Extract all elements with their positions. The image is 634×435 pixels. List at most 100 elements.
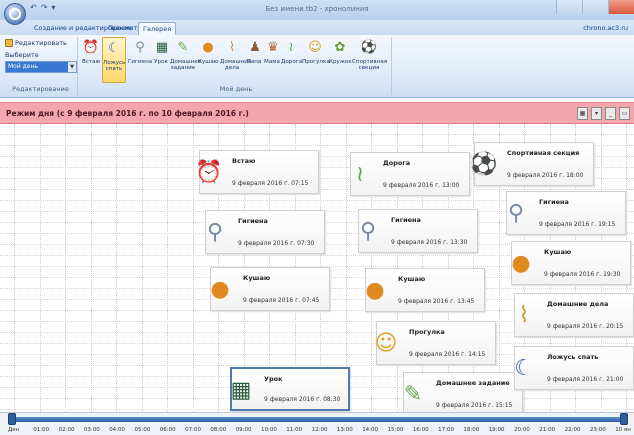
maximize-panel-icon[interactable]: ▭ xyxy=(619,107,630,120)
event-title: Встаю xyxy=(232,157,256,165)
homework-icon: ✎ xyxy=(177,39,189,55)
food-icon: ● xyxy=(365,277,385,303)
event-title: Кушаю xyxy=(398,275,426,283)
edit-button[interactable]: Редактировать xyxy=(5,39,67,47)
timeline-tick-label: 02:00 xyxy=(58,427,75,433)
ribbon-item-label: Домашнее задание xyxy=(170,59,202,72)
ribbon-item-wake[interactable]: ⏰ Встаю xyxy=(82,37,100,83)
tab-gallery[interactable]: Галерея xyxy=(138,22,177,36)
timeline-tick-label: 11:00 xyxy=(286,427,303,433)
event-card[interactable]: ● Кушаю 9 февраля 2016 г. 07:45 xyxy=(210,267,330,311)
ribbon-item-walk[interactable]: ☺ Прогулка xyxy=(302,37,330,83)
walk-icon: ☺ xyxy=(374,330,398,356)
ribbon-item-dad[interactable]: ♟ Папа xyxy=(246,37,262,83)
collection-value: Мой день xyxy=(8,63,38,70)
event-date: 9 февраля 2016 г. 15:15 xyxy=(436,402,513,409)
event-date: 9 февраля 2016 г. 07:45 xyxy=(243,297,320,304)
edit-group: Редактировать Выберите коллекцию: Мой де… xyxy=(3,37,78,95)
event-card[interactable]: ⚽ Спортивная секция 9 февраля 2016 г. 18… xyxy=(470,142,594,186)
brand-link[interactable]: chrono.ac3.ru xyxy=(583,24,628,32)
event-card-selected[interactable]: ▦ Урок 9 февраля 2016 г. 08:30 xyxy=(230,367,350,411)
ribbon-item-label: Гигиена xyxy=(128,59,153,65)
ribbon-item-lesson[interactable]: ▦ Урок xyxy=(153,37,169,83)
timeline-start-handle[interactable] xyxy=(8,413,16,425)
event-card[interactable]: ≀ Дорога 9 февраля 2016 г. 13:00 xyxy=(350,152,470,196)
schedule-grid[interactable]: ⏰ Встаю 9 февраля 2016 г. 07:15 ⚲ Гигиен… xyxy=(0,124,634,412)
collapse-icon[interactable]: ▾ xyxy=(591,107,602,120)
event-title: Гигиена xyxy=(391,216,421,224)
alarm-clock-icon: ⏰ xyxy=(82,39,100,55)
timeline-tick-label: 13:00 xyxy=(336,427,353,433)
event-title: Дорога xyxy=(383,159,411,167)
ribbon-item-sleep[interactable]: ☾ Ложусь спать xyxy=(102,37,126,83)
event-date: 9 февраля 2016 г. 20:15 xyxy=(547,323,624,330)
mom-icon: ♛ xyxy=(267,39,279,55)
close-button[interactable] xyxy=(608,0,634,14)
event-card[interactable]: ☺ Прогулка 9 февраля 2016 г. 14:15 xyxy=(375,321,496,365)
event-card[interactable]: ☾ Ложусь спать 9 февраля 2016 г. 21:00 xyxy=(514,346,634,390)
faucet-icon: ⚲ xyxy=(135,39,145,55)
timeline-track[interactable] xyxy=(12,417,626,422)
road-icon: ≀ xyxy=(288,39,294,55)
minimize-panel-icon[interactable]: _ xyxy=(605,107,616,120)
dad-icon: ♟ xyxy=(249,39,261,55)
grid-horizontal-line xyxy=(0,343,634,344)
timeline-tick-label: 05:00 xyxy=(134,427,151,433)
ribbon-item-chores[interactable]: ⌇ Домашние дела xyxy=(220,37,251,83)
collection-select[interactable]: Мой день ▼ xyxy=(5,61,77,73)
food-icon: ● xyxy=(210,276,230,302)
timeline-tick-label: 08:00 xyxy=(210,427,227,433)
calendar-icon[interactable]: ▦ xyxy=(577,107,588,120)
blackboard-icon: ▦ xyxy=(230,377,252,403)
schedule-header: Режим дня (с 9 февраля 2016 г. по 10 фев… xyxy=(0,102,634,124)
ribbon-item-mom[interactable]: ♛ Мама xyxy=(264,37,280,83)
grid-horizontal-line xyxy=(0,134,634,135)
event-card[interactable]: ✎ Домашнее задание 9 февраля 2016 г. 15:… xyxy=(403,372,523,412)
chevron-down-icon[interactable]: ▼ xyxy=(68,62,76,72)
ribbon-item-label: Урок xyxy=(154,59,168,65)
event-card[interactable]: ⚲ Гигиена 9 февраля 2016 г. 13:30 xyxy=(358,209,478,253)
minimize-button[interactable] xyxy=(556,0,582,14)
club-icon: ✿ xyxy=(334,39,346,55)
event-card[interactable]: ⏰ Встаю 9 февраля 2016 г. 07:15 xyxy=(195,150,319,194)
ribbon-item-label: Встаю xyxy=(82,59,101,65)
event-card[interactable]: ● Кушаю 9 февраля 2016 г. 13:45 xyxy=(365,268,485,312)
event-card[interactable]: ⌇ Домашние дела 9 февраля 2016 г. 20:15 xyxy=(514,293,634,337)
ribbon-item-club[interactable]: ✿ Кружок xyxy=(329,37,352,83)
timeline-tick-label: 14:00 xyxy=(362,427,379,433)
ribbon-item-road[interactable]: ≀ Дорога xyxy=(281,37,302,83)
event-date: 9 февраля 2016 г. 14:15 xyxy=(409,351,486,358)
ribbon-item-homework[interactable]: ✎ Домашнее задание xyxy=(170,37,201,83)
timeline-tick-label: 21:00 xyxy=(539,427,556,433)
ribbon-item-label: Ложусь спать xyxy=(103,60,126,73)
event-date: 9 февраля 2016 г. 07:15 xyxy=(232,180,309,187)
event-card[interactable]: ● Кушаю 9 февраля 2016 г. 19:30 xyxy=(511,241,631,285)
event-card[interactable]: ⚲ Гигиена 9 февраля 2016 г. 07:30 xyxy=(205,210,325,254)
event-date: 9 февраля 2016 г. 19:30 xyxy=(544,271,621,278)
faucet-icon: ⚲ xyxy=(206,219,224,245)
app-logo-icon xyxy=(9,8,21,20)
maximize-button[interactable] xyxy=(582,0,608,14)
faucet-icon: ⚲ xyxy=(359,218,377,244)
event-date: 9 февраля 2016 г. 13:00 xyxy=(383,182,460,189)
ribbon-item-label: Мама xyxy=(264,59,280,65)
moon-icon: ☾ xyxy=(514,355,534,381)
timeline-ticks: Ден 01:00 02:00 03:00 04:00 05:00 06:00 07:00 08… xyxy=(0,427,634,435)
timeline-tick-label: Ден xyxy=(8,427,20,433)
moon-icon: ☾ xyxy=(108,40,120,56)
timeline-end-handle[interactable] xyxy=(620,413,628,425)
broom-icon: ⌇ xyxy=(518,302,530,328)
edit-button-label: Редактировать xyxy=(15,39,67,47)
event-card[interactable]: ⚲ Гигиена 9 февраля 2016 г. 19:15 xyxy=(506,191,626,235)
ribbon-item-sport[interactable]: ⚽ Спортивная секция xyxy=(352,37,387,83)
ribbon-item-hygiene[interactable]: ⚲ Гигиена xyxy=(128,37,152,83)
ball-icon: ⚽ xyxy=(360,39,378,55)
timeline-tick-label: 09:00 xyxy=(235,427,252,433)
event-date: 9 февраля 2016 г. 07:30 xyxy=(238,240,315,247)
event-date: 9 февраля 2016 г. 13:30 xyxy=(391,239,468,246)
window-controls xyxy=(556,0,634,14)
application-menu-button[interactable] xyxy=(4,3,26,25)
ribbon-item-eat[interactable]: ● Кушаю xyxy=(198,37,219,83)
event-date: 9 февраля 2016 г. 08:30 xyxy=(264,396,341,403)
event-title: Домашнее задание xyxy=(436,379,510,387)
